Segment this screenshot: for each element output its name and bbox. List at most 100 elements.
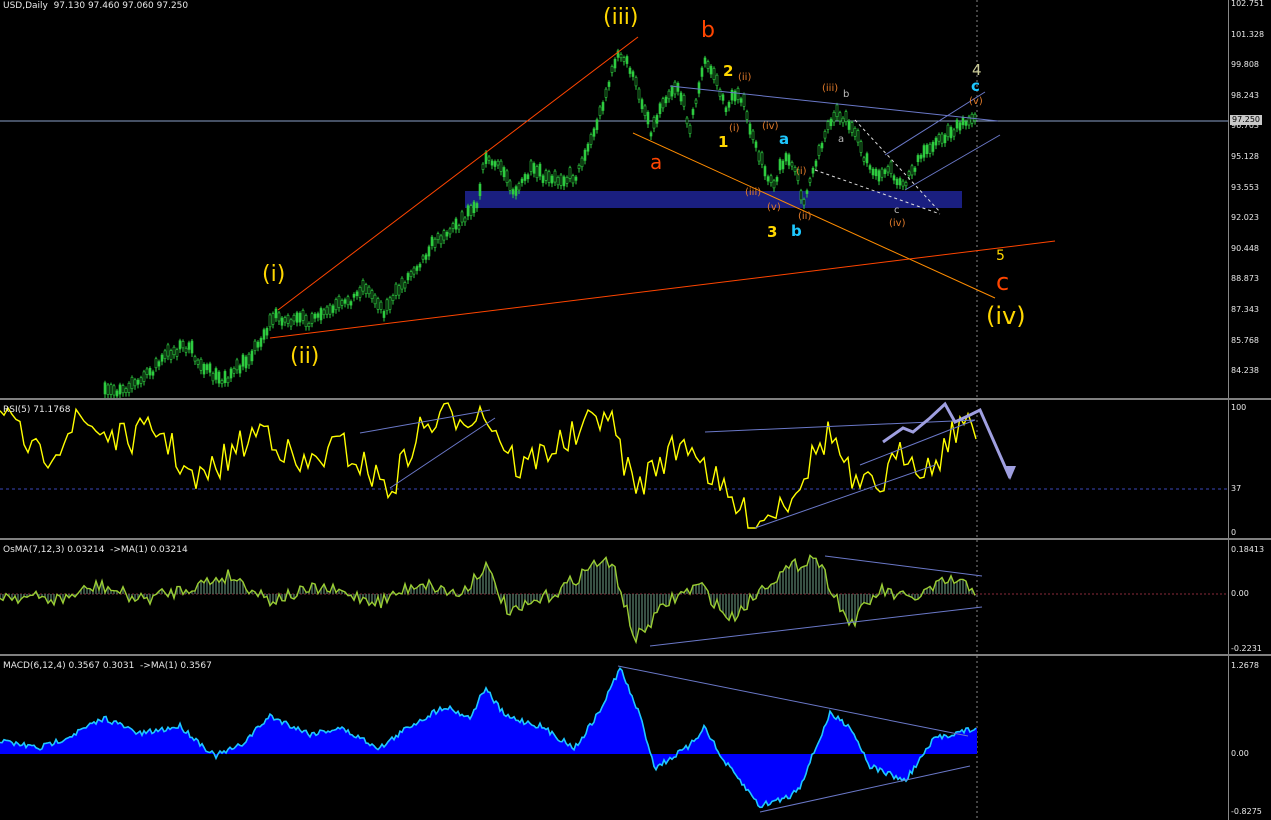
price-bar-body [577,165,581,169]
price-bar-body [343,299,347,304]
price-bar-body [385,299,389,312]
price-bar-body [379,301,383,310]
price-bar-body [514,186,518,196]
price-bar-body [826,121,830,130]
price-bar-body [430,236,434,246]
price-bar-body [697,82,701,94]
price-bar-body [121,385,125,394]
price-bar-body [628,67,632,74]
price-bar-body [760,152,764,165]
price-tick-label: 98.243 [1231,90,1259,100]
price-bar-body [448,228,452,235]
price-bar-body [469,205,473,217]
price-bar-body [859,141,863,153]
price-bar-body [817,145,821,156]
osma-signal-line [0,554,976,645]
price-bar-body [877,170,881,182]
price-bar-body [919,154,923,159]
price-bar-body [934,137,938,146]
current-price-tag: 97.250 [1230,115,1262,125]
trendline-orange [632,132,996,299]
osma-tick-zero: 0.00 [1231,589,1249,598]
price-bar-body [850,122,854,133]
rsi-tick-100: 100 [1231,403,1247,412]
price-bar-body [955,119,959,129]
rsi-pane[interactable]: RSI(5) 71.1768 [0,400,1228,538]
osma-trendline-top [824,555,983,577]
price-bar-body [916,155,920,163]
price-bar-body [613,58,617,69]
price-bar-body [973,113,977,121]
rsi-title: RSI(5) 71.1768 [3,405,71,415]
price-bar-body [526,174,530,180]
price-bar-body [544,170,548,181]
price-bar-body [889,161,893,174]
price-chart-pane[interactable]: USD,Daily 97.130 97.460 97.060 97.250 (i… [0,0,1228,398]
price-bar-body [769,175,773,183]
price-bar-body [763,166,767,177]
price-bar-body [952,129,956,137]
rsi-tick-37: 37 [1231,484,1242,493]
price-bar-body [550,175,554,184]
price-bar-body [865,153,869,164]
price-bar-body [283,317,287,323]
price-bar-body [619,54,623,59]
price-bar-body [832,111,836,123]
price-bar-body [679,92,683,102]
wave-label-b-top: b [701,18,715,43]
price-bar-body [502,167,506,178]
price-bar-body [424,254,428,260]
price-bar-body [166,344,170,357]
price-bar-body [742,94,746,107]
price-tick-label: 84.238 [1231,366,1259,376]
price-tick-label: 85.768 [1231,335,1259,345]
macd-tick-bottom: -0.8275 [1231,807,1262,816]
price-bar-body [847,120,851,130]
price-bar-body [547,171,551,183]
wave-label-c-blue: c [971,77,980,95]
wave-label-c-red: c [996,268,1010,296]
macd-pane[interactable]: MACD(6,12,4) 0.3567 0.3031 ->MA(1) 0.356… [0,656,1228,820]
price-bar-body [427,246,431,257]
price-bar-body [205,364,209,371]
wave-label-i-small-2: (i) [796,166,807,177]
price-bar-body [406,273,410,281]
osma-tick-bottom: -0.2231 [1231,644,1262,653]
price-bar-body [853,128,857,137]
price-bar-body [811,167,815,174]
price-bar-body [319,308,323,321]
price-bar-body [478,183,482,197]
rsi-trendline-4 [754,464,936,529]
osma-pane[interactable]: OsMA(7,12,3) 0.03214 ->MA(1) 0.03214 [0,540,1228,654]
price-bar-body [355,291,359,297]
price-bar-body [352,293,356,298]
price-bar-body [331,305,335,313]
price-bar-body [157,361,161,367]
price-bar-body [886,166,890,173]
macd-tick-top: 1.2678 [1231,661,1259,670]
price-bar-body [868,165,872,170]
wave-label-v-small-2: (v) [969,96,983,107]
price-bar-body [751,130,755,140]
price-bar-body [592,128,596,137]
price-bar-body [475,203,479,209]
price-bar-body [730,89,734,101]
price-bar-body [397,285,401,296]
channel-line-blue-2 [904,134,1001,191]
price-bar-body [301,310,305,321]
price-bar-body [928,143,932,154]
price-bar-body [529,160,533,172]
price-bar-body [400,277,404,290]
price-bar-body [361,280,365,292]
price-bar-body [949,127,953,139]
price-bar-body [787,154,791,166]
wave-label-2: 2 [723,62,734,80]
price-bar-body [625,56,629,64]
price-tick-label: 101.328 [1231,29,1265,39]
price-bar-body [664,96,668,104]
price-bar-body [841,117,845,124]
price-bar-body [910,165,914,176]
price-tick-label: 93.553 [1231,182,1259,192]
price-bar-body [778,159,782,171]
price-bar-body [946,124,950,138]
